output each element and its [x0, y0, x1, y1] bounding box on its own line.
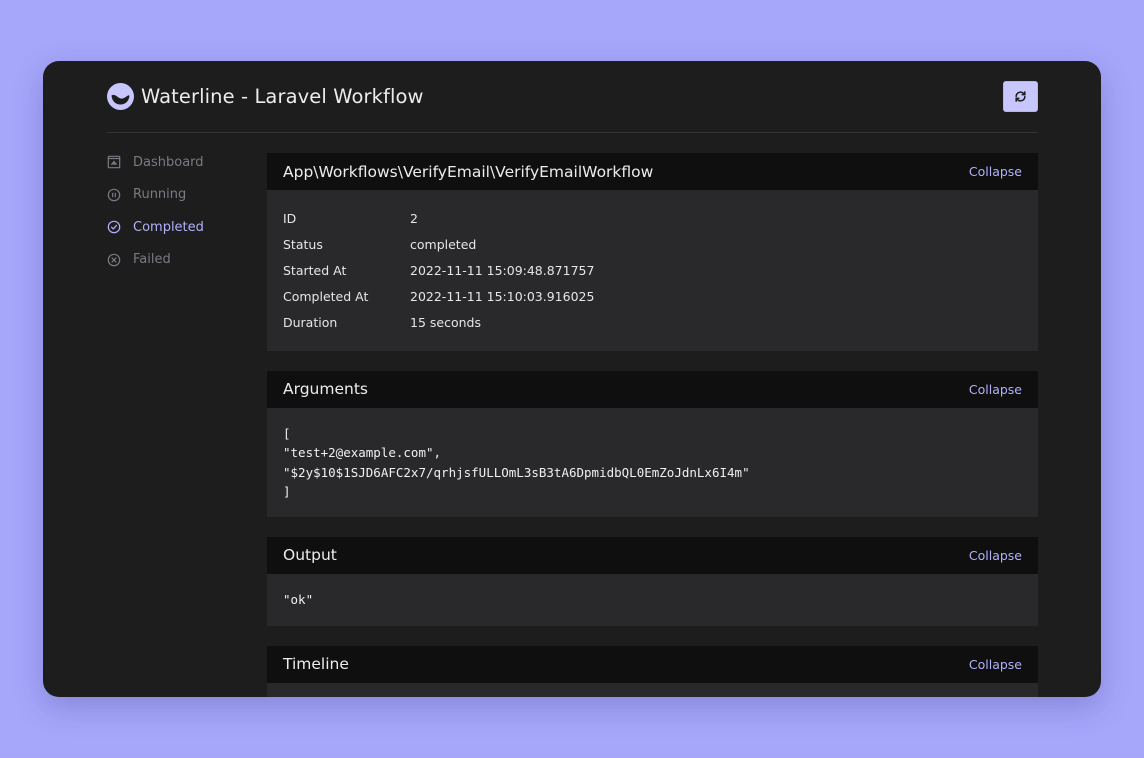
- workflow-collapse-link[interactable]: Collapse: [969, 164, 1022, 179]
- sidebar-item-running[interactable]: Running: [107, 184, 257, 206]
- detail-label: Duration: [283, 314, 338, 330]
- output-collapse-link[interactable]: Collapse: [969, 548, 1022, 563]
- timeline-collapse-link[interactable]: Collapse: [969, 657, 1022, 672]
- sidebar-item-label: Completed: [133, 219, 204, 235]
- sidebar-item-dashboard[interactable]: Dashboard: [107, 151, 257, 173]
- detail-value: completed: [410, 237, 477, 253]
- detail-value: 2022-11-11 15:09:48.871757: [410, 262, 595, 278]
- output-value: "ok": [283, 591, 314, 607]
- sidebar: Dashboard Running Completed Failed: [107, 151, 257, 281]
- detail-value: 15 seconds: [410, 314, 481, 330]
- detail-label: Status: [283, 237, 323, 253]
- detail-row-started-at: Started At 2022-11-11 15:09:48.871757: [283, 258, 1022, 284]
- arguments-card: Arguments Collapse [ "test+2@example.com…: [267, 370, 1038, 517]
- waterline-logo-icon: [107, 83, 134, 110]
- refresh-icon: [1015, 91, 1026, 102]
- timeline-title: Timeline: [283, 655, 349, 674]
- sidebar-item-label: Dashboard: [133, 154, 204, 170]
- app-title: Waterline - Laravel Workflow: [141, 85, 424, 108]
- sidebar-item-label: Running: [133, 187, 187, 202]
- detail-row-status: Status completed: [283, 232, 1022, 258]
- x-circle-icon: [107, 253, 121, 266]
- output-card: Output Collapse "ok": [267, 536, 1038, 626]
- output-title: Output: [283, 546, 337, 565]
- output-card-header: Output Collapse: [267, 536, 1038, 574]
- app-header: Waterline - Laravel Workflow: [107, 61, 1038, 133]
- workflow-title: App\Workflows\VerifyEmail\VerifyEmailWor…: [283, 162, 654, 181]
- detail-label: ID: [283, 211, 297, 227]
- arguments-title: Arguments: [283, 380, 368, 399]
- output-body: "ok": [267, 574, 1038, 626]
- main-content: App\Workflows\VerifyEmail\VerifyEmailWor…: [267, 153, 1038, 697]
- app-window: Waterline - Laravel Workflow Dashboard R…: [43, 61, 1101, 697]
- detail-row-duration: Duration 15 seconds: [283, 309, 1022, 335]
- detail-value: 2: [410, 211, 418, 227]
- refresh-button[interactable]: [1003, 81, 1038, 112]
- detail-label: Completed At: [283, 288, 369, 304]
- detail-row-id: ID 2: [283, 206, 1022, 232]
- check-circle-icon: [107, 220, 121, 234]
- timeline-body: [267, 683, 1038, 697]
- argument-line: [: [283, 425, 291, 441]
- workflow-card-header: App\Workflows\VerifyEmail\VerifyEmailWor…: [267, 153, 1038, 190]
- sidebar-item-label: Failed: [133, 252, 171, 267]
- workflow-card: App\Workflows\VerifyEmail\VerifyEmailWor…: [267, 153, 1038, 351]
- arguments-body: [ "test+2@example.com", "$2y$10$1SJD6AFC…: [267, 408, 1038, 517]
- arguments-collapse-link[interactable]: Collapse: [969, 382, 1022, 397]
- argument-line: "$2y$10$1SJD6AFC2x7/qrhjsfULLOmL3sB3tA6D…: [283, 464, 750, 480]
- sidebar-item-completed[interactable]: Completed: [107, 216, 257, 238]
- arguments-card-header: Arguments Collapse: [267, 370, 1038, 408]
- sidebar-item-failed[interactable]: Failed: [107, 249, 257, 271]
- detail-value: 2022-11-11 15:10:03.916025: [410, 288, 595, 304]
- detail-label: Started At: [283, 262, 347, 278]
- timeline-card: Timeline Collapse: [267, 645, 1038, 697]
- dashboard-icon: [107, 155, 121, 169]
- timeline-card-header: Timeline Collapse: [267, 645, 1038, 683]
- detail-row-completed-at: Completed At 2022-11-11 15:10:03.916025: [283, 283, 1022, 309]
- argument-line: "test+2@example.com",: [283, 445, 442, 461]
- pause-circle-icon: [107, 188, 121, 201]
- workflow-details: ID 2 Status completed Started At 2022-11…: [267, 190, 1038, 351]
- argument-line: ]: [283, 484, 291, 500]
